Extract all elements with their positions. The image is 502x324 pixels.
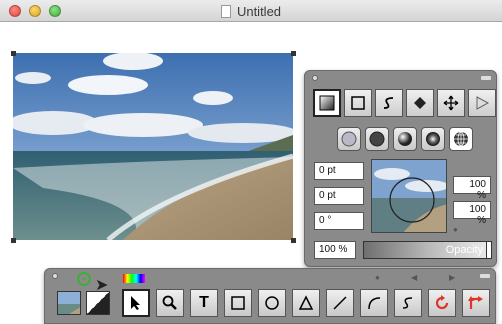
opacity-label: Opacity xyxy=(445,244,483,256)
zoom-tool[interactable] xyxy=(156,289,184,317)
brush-dark[interactable] xyxy=(365,127,389,151)
scale-x-field[interactable]: 100 % xyxy=(453,176,491,201)
rectangle-icon xyxy=(231,296,245,310)
globe-icon xyxy=(454,131,468,147)
ellipse-icon xyxy=(265,296,279,310)
curve-tab[interactable] xyxy=(375,89,403,117)
select-tool[interactable] xyxy=(122,289,150,317)
ellipse-tool[interactable] xyxy=(258,289,286,317)
width-field[interactable]: 0 pt xyxy=(314,162,364,180)
diamond-tab[interactable] xyxy=(406,89,434,117)
move-arrows-icon xyxy=(443,95,459,111)
triangle-icon xyxy=(298,295,314,310)
resize-handle-br[interactable] xyxy=(291,238,296,243)
inspector-tabs xyxy=(313,89,496,117)
brush-radial[interactable] xyxy=(421,127,445,151)
brush-light[interactable] xyxy=(337,127,361,151)
thumbnail-image xyxy=(58,292,80,314)
brush-globe[interactable] xyxy=(449,127,473,151)
beach-photo[interactable] xyxy=(13,53,293,240)
brush-gradient[interactable] xyxy=(393,127,417,151)
arc-tool[interactable] xyxy=(360,289,388,317)
light-circle-icon xyxy=(341,131,357,147)
document-icon xyxy=(220,5,231,18)
tools-next-arrow-icon[interactable]: ▶ xyxy=(449,273,455,282)
diamond-icon xyxy=(414,97,426,109)
gradient-circle-icon xyxy=(398,132,412,146)
s-curve-icon xyxy=(383,97,394,109)
preview-dot-icon: ● xyxy=(453,225,458,234)
height-field[interactable]: 0 pt xyxy=(314,187,364,205)
opacity-field[interactable]: 100 % xyxy=(314,241,356,259)
fill-icon xyxy=(319,95,335,111)
text-tool[interactable]: T xyxy=(190,289,218,317)
tools-palette: + ● ◀ ▶ ➤ T xyxy=(44,268,496,324)
fill-tab[interactable] xyxy=(313,89,341,117)
stroke-tab[interactable] xyxy=(344,89,372,117)
window-titlebar: Untitled xyxy=(0,0,502,22)
opacity-slider-knob[interactable] xyxy=(486,242,491,258)
cursor-arrow-icon: ➤ xyxy=(95,277,109,294)
preview-image xyxy=(372,160,446,232)
scale-y-field[interactable]: 100 % xyxy=(453,201,491,226)
image-thumbnail[interactable] xyxy=(57,291,81,315)
fill-preview[interactable] xyxy=(371,159,447,233)
brush-row xyxy=(337,127,473,151)
add-circle-icon[interactable]: + xyxy=(77,272,91,286)
resize-handle-tl[interactable] xyxy=(11,51,16,56)
line-icon xyxy=(333,296,347,310)
s-curve-icon xyxy=(402,297,413,309)
line-tool[interactable] xyxy=(326,289,354,317)
window-title-text: Untitled xyxy=(236,4,282,19)
resize-handle-tr[interactable] xyxy=(291,51,296,56)
inspector-panel: 0 pt 0 pt 0 ° ● 100 % 100 % 100 % Opacit… xyxy=(304,70,497,267)
tools-close-dot[interactable] xyxy=(52,273,58,279)
move-tab[interactable] xyxy=(437,89,465,117)
play-triangle-icon xyxy=(476,96,490,110)
play-tab[interactable] xyxy=(468,89,496,117)
triangle-tool[interactable] xyxy=(292,289,320,317)
tools-collapse-bar[interactable] xyxy=(480,274,490,278)
resize-handle-bl[interactable] xyxy=(11,238,16,243)
color-swatch-strip[interactable] xyxy=(123,274,145,283)
magnifier-icon xyxy=(162,295,177,310)
tools-scroll-dot-icon: ● xyxy=(375,273,380,282)
panel-close-dot[interactable] xyxy=(312,75,318,81)
tools-prev-arrow-icon[interactable]: ◀ xyxy=(411,273,417,282)
rectangle-tool[interactable] xyxy=(224,289,252,317)
angle-field[interactable]: 0 ° xyxy=(314,212,364,230)
radial-circle-icon xyxy=(426,132,440,146)
arrow-pointer-icon xyxy=(131,296,140,310)
window-title: Untitled xyxy=(0,4,502,19)
opacity-slider[interactable]: Opacity xyxy=(363,241,492,259)
square-outline-icon xyxy=(351,96,365,110)
panel-collapse-bar[interactable] xyxy=(481,76,491,80)
curve-tool[interactable] xyxy=(394,289,422,317)
rotate-tool[interactable] xyxy=(428,289,456,317)
transform-tool[interactable] xyxy=(462,289,490,317)
dark-circle-icon xyxy=(369,131,385,147)
transform-arrows-icon xyxy=(468,296,483,309)
arc-icon xyxy=(368,297,381,310)
rotate-icon xyxy=(435,295,449,310)
